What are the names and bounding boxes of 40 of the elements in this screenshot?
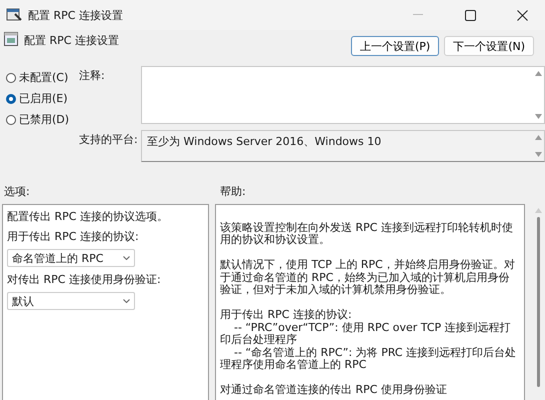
option-text: 配置传出 RPC 连接的协议选项。 [7, 209, 169, 224]
scroll-down-icon[interactable] [534, 114, 542, 119]
previous-setting-button[interactable]: 上一个设置(P) [350, 36, 440, 56]
help-text: 默认情况下，使用 TCP 上的 RPC，并始终启用身份验证。对于通过命名管道的 RPC，始终为已加入域的计算机启用身份验证，但对于未加入域的计算机禁用身份验证。 [220, 259, 516, 296]
option-text: 对传出 RPC 连接使用身份验证: [7, 272, 162, 287]
chevron-icon [123, 256, 130, 260]
platform-field: 至少为 Windows Server 2016、Windows 10 [141, 130, 545, 162]
radio-button[interactable] [6, 72, 16, 82]
scroll-up-icon[interactable] [534, 208, 542, 213]
window-title: 配置 RPC 连接设置 [28, 8, 124, 22]
maximize-icon [464, 10, 476, 20]
scroll-down-icon[interactable] [534, 152, 542, 157]
scrollbar-thumb[interactable] [536, 217, 540, 387]
help-text: 该策略设置控制在向外发送 RPC 连接到远程打印轮转机时使用的协议和协议设置。 [220, 222, 514, 246]
help-text: -- “PRC”over“TCP”: 使用 RPC over TCP 连接到远程打印后台处理程序 [220, 322, 512, 346]
comment-label: 注释: [79, 68, 106, 84]
minimize-icon [413, 14, 423, 16]
dropdown[interactable]: 命名管道上的 RPC [7, 249, 135, 267]
platform-label: 支持的平台: [79, 132, 139, 148]
options-label: 选项: [4, 184, 30, 198]
policy-icon [4, 32, 18, 46]
comment-field[interactable] [141, 66, 545, 124]
policy-icon [6, 8, 22, 22]
help-text: 对通过命名管道连接的传出 RPC 使用身份验证 [220, 384, 448, 396]
chevron-icon [123, 299, 130, 303]
option-text: 用于传出 RPC 连接的协议: [7, 229, 140, 244]
policy-title: 配置 RPC 连接设置 [24, 33, 120, 48]
help-text: 用于传出 RPC 连接的协议: [220, 309, 353, 322]
radio-option[interactable]: 已禁用(D) [6, 112, 79, 127]
radio-button[interactable] [6, 114, 16, 124]
scroll-up-icon[interactable] [534, 135, 542, 140]
close-icon [516, 10, 528, 20]
scroll-up-icon[interactable] [534, 71, 542, 76]
help-text: -- “命名管道上的 RPC”: 为将 PRC 连接到远程打印后台处理程序使用命名管道上的 RPC [220, 346, 518, 372]
radio-option[interactable]: 未配置(C) [6, 70, 79, 85]
next-setting-button[interactable]: 下一个设置(N) [444, 36, 534, 56]
radio-button[interactable] [6, 94, 16, 104]
radio-option[interactable]: 已启用(E) [6, 91, 79, 106]
help-label: 帮助: [220, 184, 246, 198]
dropdown[interactable]: 默认 [7, 292, 135, 310]
